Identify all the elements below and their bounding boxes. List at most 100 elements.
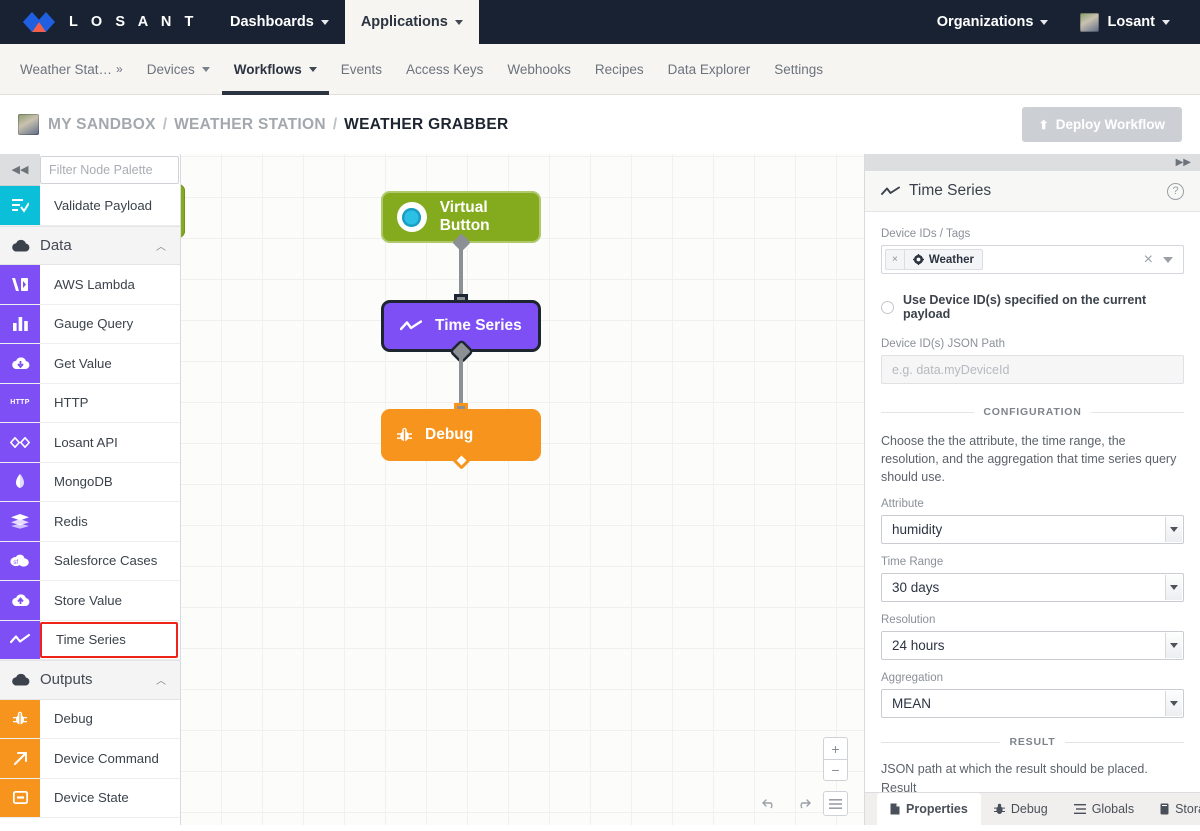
filter-node-palette-input[interactable] (40, 156, 179, 184)
select-controls: × (1144, 251, 1180, 269)
use-payload-device-ids-radio-row[interactable]: Use Device ID(s) specified on the curren… (881, 293, 1184, 321)
topnav-dashboards[interactable]: Dashboards (214, 0, 345, 44)
time-series-icon (0, 620, 40, 659)
mongodb-leaf-icon (0, 462, 40, 501)
palette-item-http[interactable]: HTTP HTTP (0, 383, 180, 423)
time-range-field: Time Range 30 days (881, 556, 1184, 603)
brand-wordmark: L O S A N T (69, 14, 199, 30)
brand-logo-area[interactable]: L O S A N T (0, 0, 214, 44)
aggregation-value: MEAN (892, 696, 932, 712)
topnav-organizations[interactable]: Organizations (921, 0, 1065, 44)
resolution-label: Resolution (881, 614, 936, 627)
configuration-description: Choose the the attribute, the time range… (881, 434, 1177, 485)
bug-icon (993, 803, 1005, 815)
palette-item-debug[interactable]: Debug (0, 699, 180, 739)
tab-properties[interactable]: Properties (877, 793, 981, 825)
time-range-select[interactable]: 30 days (881, 573, 1184, 603)
attribute-label: Attribute (881, 498, 924, 511)
palette-group-data[interactable]: Data ︿ (0, 225, 180, 265)
breadcrumb-weather-station[interactable]: WEATHER STATION (174, 116, 326, 134)
device-tag-weather[interactable]: × Weather (885, 249, 984, 270)
workflow-canvas[interactable]: Virtual Button Time Series Debug + − (181, 154, 864, 825)
tab-debug[interactable]: Debug (981, 793, 1061, 825)
palette-item-gauge-query[interactable]: Gauge Query (0, 304, 180, 344)
svg-text:sf: sf (13, 560, 18, 566)
list-icon (1073, 804, 1086, 814)
palette-item-device-command[interactable]: Device Command (0, 739, 180, 779)
breadcrumb-my-sandbox[interactable]: MY SANDBOX (48, 116, 156, 134)
storage-icon (1160, 803, 1169, 815)
topnav-user-menu[interactable]: Losant (1064, 0, 1186, 44)
panel-top-bar: ▶▶ (865, 154, 1200, 171)
palette-item-losant-api[interactable]: Losant API (0, 423, 180, 463)
palette-item-get-value[interactable]: Get Value (0, 344, 180, 384)
subnav-item-webhooks[interactable]: Webhooks (495, 44, 583, 94)
clear-selection-icon[interactable]: × (1144, 251, 1153, 269)
palette-item-label: Get Value (54, 355, 112, 371)
palette-item-store-value[interactable]: Store Value (0, 581, 180, 621)
aggregation-select[interactable]: MEAN (881, 689, 1184, 719)
palette-item-device-state[interactable]: Device State (0, 778, 180, 818)
subnav-item-access-keys[interactable]: Access Keys (394, 44, 495, 94)
upload-icon: ⬆ (1038, 117, 1049, 132)
result-section-label: RESULT (1009, 736, 1056, 749)
topnav-applications[interactable]: Applications (344, 0, 479, 44)
avatar (18, 114, 39, 135)
canvas-node-label: Time Series (435, 317, 522, 334)
remove-tag-icon[interactable]: × (886, 250, 905, 269)
canvas-zoom-out-button[interactable]: − (824, 759, 847, 780)
tab-storage[interactable]: Storage (1147, 793, 1200, 825)
palette-item-salesforce-cases[interactable]: sf Salesforce Cases (0, 541, 180, 581)
redo-icon[interactable] (790, 791, 815, 816)
salesforce-cloud-icon: sf (0, 541, 40, 580)
top-nav-right: Organizations Losant (921, 0, 1200, 44)
wire-time-series-to-debug (459, 353, 463, 409)
chevron-double-right-icon[interactable]: ▶▶ (1176, 157, 1191, 168)
canvas-zoom-controls: + − (823, 737, 848, 781)
subnav-item-devices[interactable]: Devices (135, 44, 222, 94)
device-ids-tags-select[interactable]: × Weather × (881, 245, 1184, 274)
breadcrumb-weather-grabber: WEATHER GRABBER (344, 115, 509, 133)
undo-icon[interactable] (757, 791, 782, 816)
radio-button[interactable] (881, 300, 894, 314)
subnav-item-recipes[interactable]: Recipes (583, 44, 656, 94)
subnav-item-weather-station-menu[interactable]: Weather Stat… » (8, 44, 135, 94)
palette-item-label: MongoDB (54, 474, 113, 490)
tab-globals-label: Globals (1091, 802, 1135, 816)
tab-globals[interactable]: Globals (1061, 793, 1147, 825)
chevron-down-icon (1040, 19, 1049, 25)
device-id-json-path-input[interactable] (881, 355, 1184, 384)
palette-item-label: Time Series (40, 621, 178, 658)
panel-tab-bar: Properties Debug Globals Storage (865, 792, 1200, 825)
result-section-header: RESULT (881, 736, 1184, 748)
attribute-select[interactable]: humidity (881, 515, 1184, 545)
subnav-item-events[interactable]: Events (329, 44, 394, 94)
palette-item-time-series[interactable]: Time Series (0, 620, 180, 660)
chevron-down-icon (308, 66, 317, 72)
hamburger-menu-icon[interactable] (823, 791, 848, 816)
collapse-palette-button[interactable]: ◀◀ (0, 154, 40, 186)
device-id-json-path-field: Device ID(s) JSON Path (881, 338, 1184, 384)
chevron-down-icon[interactable] (1163, 256, 1173, 263)
palette-item-mongodb[interactable]: MongoDB (0, 462, 180, 502)
bar-chart-icon (0, 304, 40, 343)
palette-group-outputs[interactable]: Outputs ︿ (0, 660, 180, 700)
subnav-item-workflows[interactable]: Workflows (221, 44, 329, 95)
palette-item-aws-lambda[interactable]: AWS Lambda (0, 265, 180, 305)
subnav-item-data-explorer[interactable]: Data Explorer (656, 44, 763, 94)
offscreen-node-sliver[interactable] (181, 184, 185, 238)
http-icon: HTTP (0, 383, 40, 422)
canvas-zoom-in-button[interactable]: + (824, 738, 847, 759)
question-mark-icon[interactable]: ? (1167, 182, 1184, 200)
resolution-select[interactable]: 24 hours (881, 631, 1184, 661)
chevron-down-icon (1165, 517, 1182, 543)
palette-item-label: Device Command (54, 750, 159, 766)
chevron-down-icon (1165, 633, 1182, 659)
deploy-workflow-button[interactable]: ⬆ Deploy Workflow (1021, 107, 1182, 142)
palette-group-label: Data (40, 236, 72, 254)
attribute-field: Attribute humidity (881, 498, 1184, 545)
palette-item-redis[interactable]: Redis (0, 502, 180, 542)
palette-item-validate-payload[interactable]: Validate Payload (0, 186, 180, 226)
subnav-item-settings[interactable]: Settings (762, 44, 835, 94)
tag-gear-icon (912, 254, 924, 265)
